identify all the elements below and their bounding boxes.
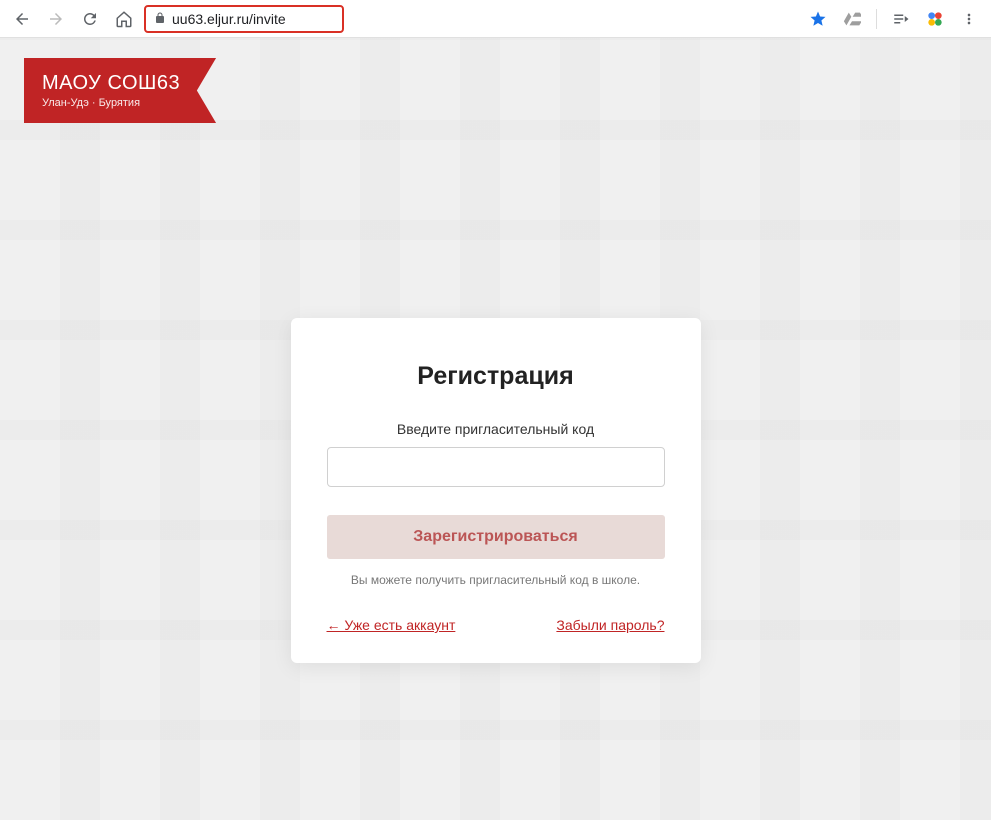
toolbar-divider (876, 9, 877, 29)
media-icon[interactable] (887, 5, 915, 33)
home-button[interactable] (110, 5, 138, 33)
extension-icon[interactable] (921, 5, 949, 33)
address-bar[interactable]: uu63.eljur.ru/invite (144, 5, 344, 33)
invite-code-input[interactable] (327, 447, 665, 487)
url-text: uu63.eljur.ru/invite (172, 11, 286, 27)
forward-button[interactable] (42, 5, 70, 33)
school-flag-badge[interactable]: МАОУ СОШ63 Улан-Удэ · Бурятия (24, 58, 216, 123)
bookmark-star-icon[interactable] (804, 5, 832, 33)
drive-icon[interactable] (838, 5, 866, 33)
lock-icon (154, 11, 166, 27)
card-links: ← Уже есть аккаунт Забыли пароль? (327, 617, 665, 633)
school-location: Улан-Удэ · Бурятия (42, 97, 180, 109)
registration-card: Регистрация Введите пригласительный код … (291, 318, 701, 663)
invite-code-label: Введите пригласительный код (327, 421, 665, 437)
forgot-password-link[interactable]: Забыли пароль? (556, 617, 664, 633)
card-title: Регистрация (327, 362, 665, 391)
invite-hint: Вы можете получить пригласительный код в… (327, 573, 665, 587)
back-button[interactable] (8, 5, 36, 33)
existing-account-link[interactable]: ← Уже есть аккаунт (327, 617, 456, 633)
browser-toolbar: uu63.eljur.ru/invite (0, 0, 991, 38)
menu-icon[interactable] (955, 5, 983, 33)
page-content: МАОУ СОШ63 Улан-Удэ · Бурятия Регистраци… (0, 38, 991, 820)
school-name: МАОУ СОШ63 (42, 72, 180, 95)
register-button[interactable]: Зарегистрироваться (327, 515, 665, 559)
reload-button[interactable] (76, 5, 104, 33)
